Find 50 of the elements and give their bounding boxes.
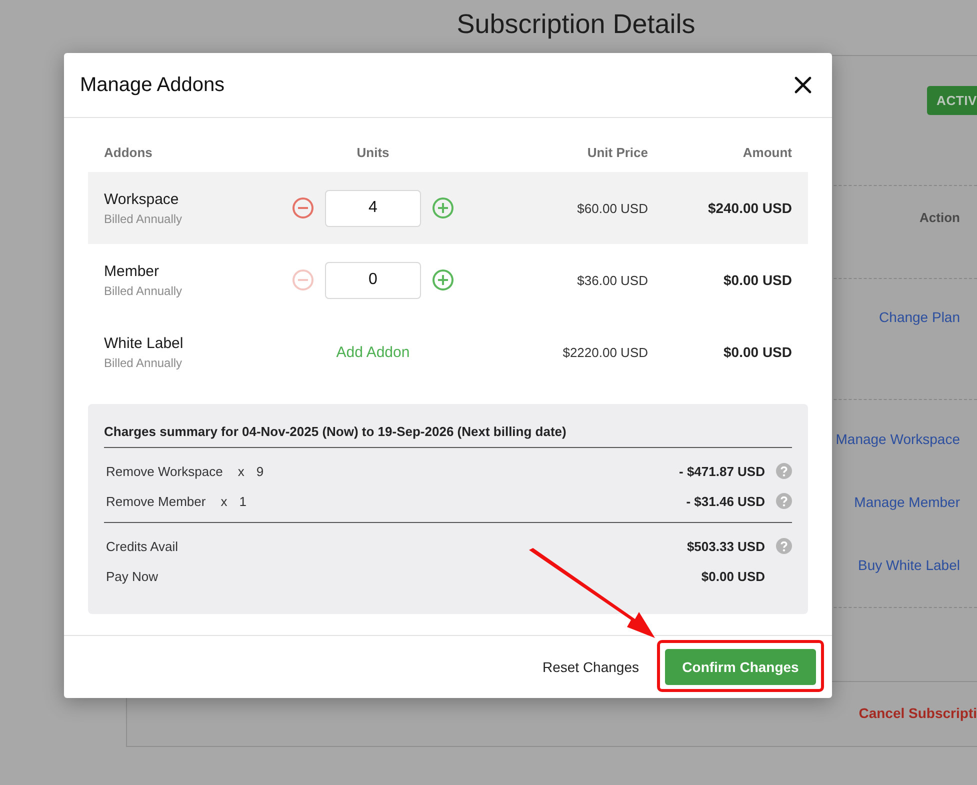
action-link[interactable]: Change Plan xyxy=(879,309,960,325)
unit-price: $36.00 USD xyxy=(576,272,648,288)
column-header: Addons xyxy=(104,144,154,160)
page-title: Subscription Details xyxy=(456,8,696,41)
multiplier: x xyxy=(238,464,244,478)
amount: $240.00 USD xyxy=(706,200,792,216)
charge-label: Remove Workspace xyxy=(106,464,223,478)
status-badge: ACTIV xyxy=(926,86,977,115)
amount: $0.00 USD xyxy=(722,344,792,360)
dialog-title: Manage Addons xyxy=(80,74,225,96)
total-label: Credits Avail xyxy=(106,538,178,554)
help-icon[interactable] xyxy=(776,493,792,509)
action-link[interactable]: Manage Member xyxy=(854,494,960,510)
quantity: 1 xyxy=(239,494,246,508)
units-input[interactable]: 4 xyxy=(325,190,421,226)
column-header: Unit Price xyxy=(586,144,648,160)
summary-title: Charges summary for 04-Nov-2025 (Now) to 19-Sep-2026 (Next billing date) xyxy=(104,424,792,448)
billing-text: Billed Annually xyxy=(104,284,184,298)
unit-price: $60.00 USD xyxy=(576,200,648,216)
unit-price: $2220.00 USD xyxy=(562,344,648,360)
total-amount: $503.33 USD xyxy=(686,538,765,554)
amount: $0.00 USD xyxy=(722,272,792,288)
multiplier: x xyxy=(220,494,228,508)
help-icon[interactable] xyxy=(776,463,792,479)
help-icon[interactable] xyxy=(776,538,792,554)
plus-circle-icon[interactable] xyxy=(432,269,454,291)
addon-name: Workspace xyxy=(104,190,180,208)
cancel-link[interactable]: Cancel Subscripti xyxy=(858,705,977,721)
total-label: Pay Now xyxy=(106,568,158,584)
plus-circle-icon[interactable] xyxy=(432,197,454,219)
reset-button[interactable]: Reset Changes xyxy=(532,651,649,683)
close-icon[interactable] xyxy=(794,76,812,94)
action-link[interactable]: Buy White Label xyxy=(858,557,960,573)
addon-name: White Label xyxy=(104,334,184,352)
column-header: Amount xyxy=(742,144,792,160)
confirm-button[interactable]: Confirm Changes xyxy=(665,649,816,685)
units-input[interactable]: 0 xyxy=(325,262,421,298)
action-link[interactable]: Manage Workspace xyxy=(836,431,960,447)
addon-name: Member xyxy=(104,262,160,280)
total-amount: $0.00 USD xyxy=(701,568,765,584)
charge-amount: - $31.46 USD xyxy=(686,494,765,508)
minus-circle-icon[interactable] xyxy=(292,197,314,219)
column-header: Units xyxy=(356,144,390,160)
charge-amount: - $471.87 USD xyxy=(679,464,765,478)
billing-text: Billed Annually xyxy=(104,356,184,370)
quantity: 9 xyxy=(256,464,264,478)
billing-text: Billed Annually xyxy=(104,212,184,226)
column-header: Action xyxy=(920,210,960,224)
add-addon-link[interactable]: Add Addon xyxy=(336,344,410,360)
charge-label: Remove Member xyxy=(106,494,206,508)
